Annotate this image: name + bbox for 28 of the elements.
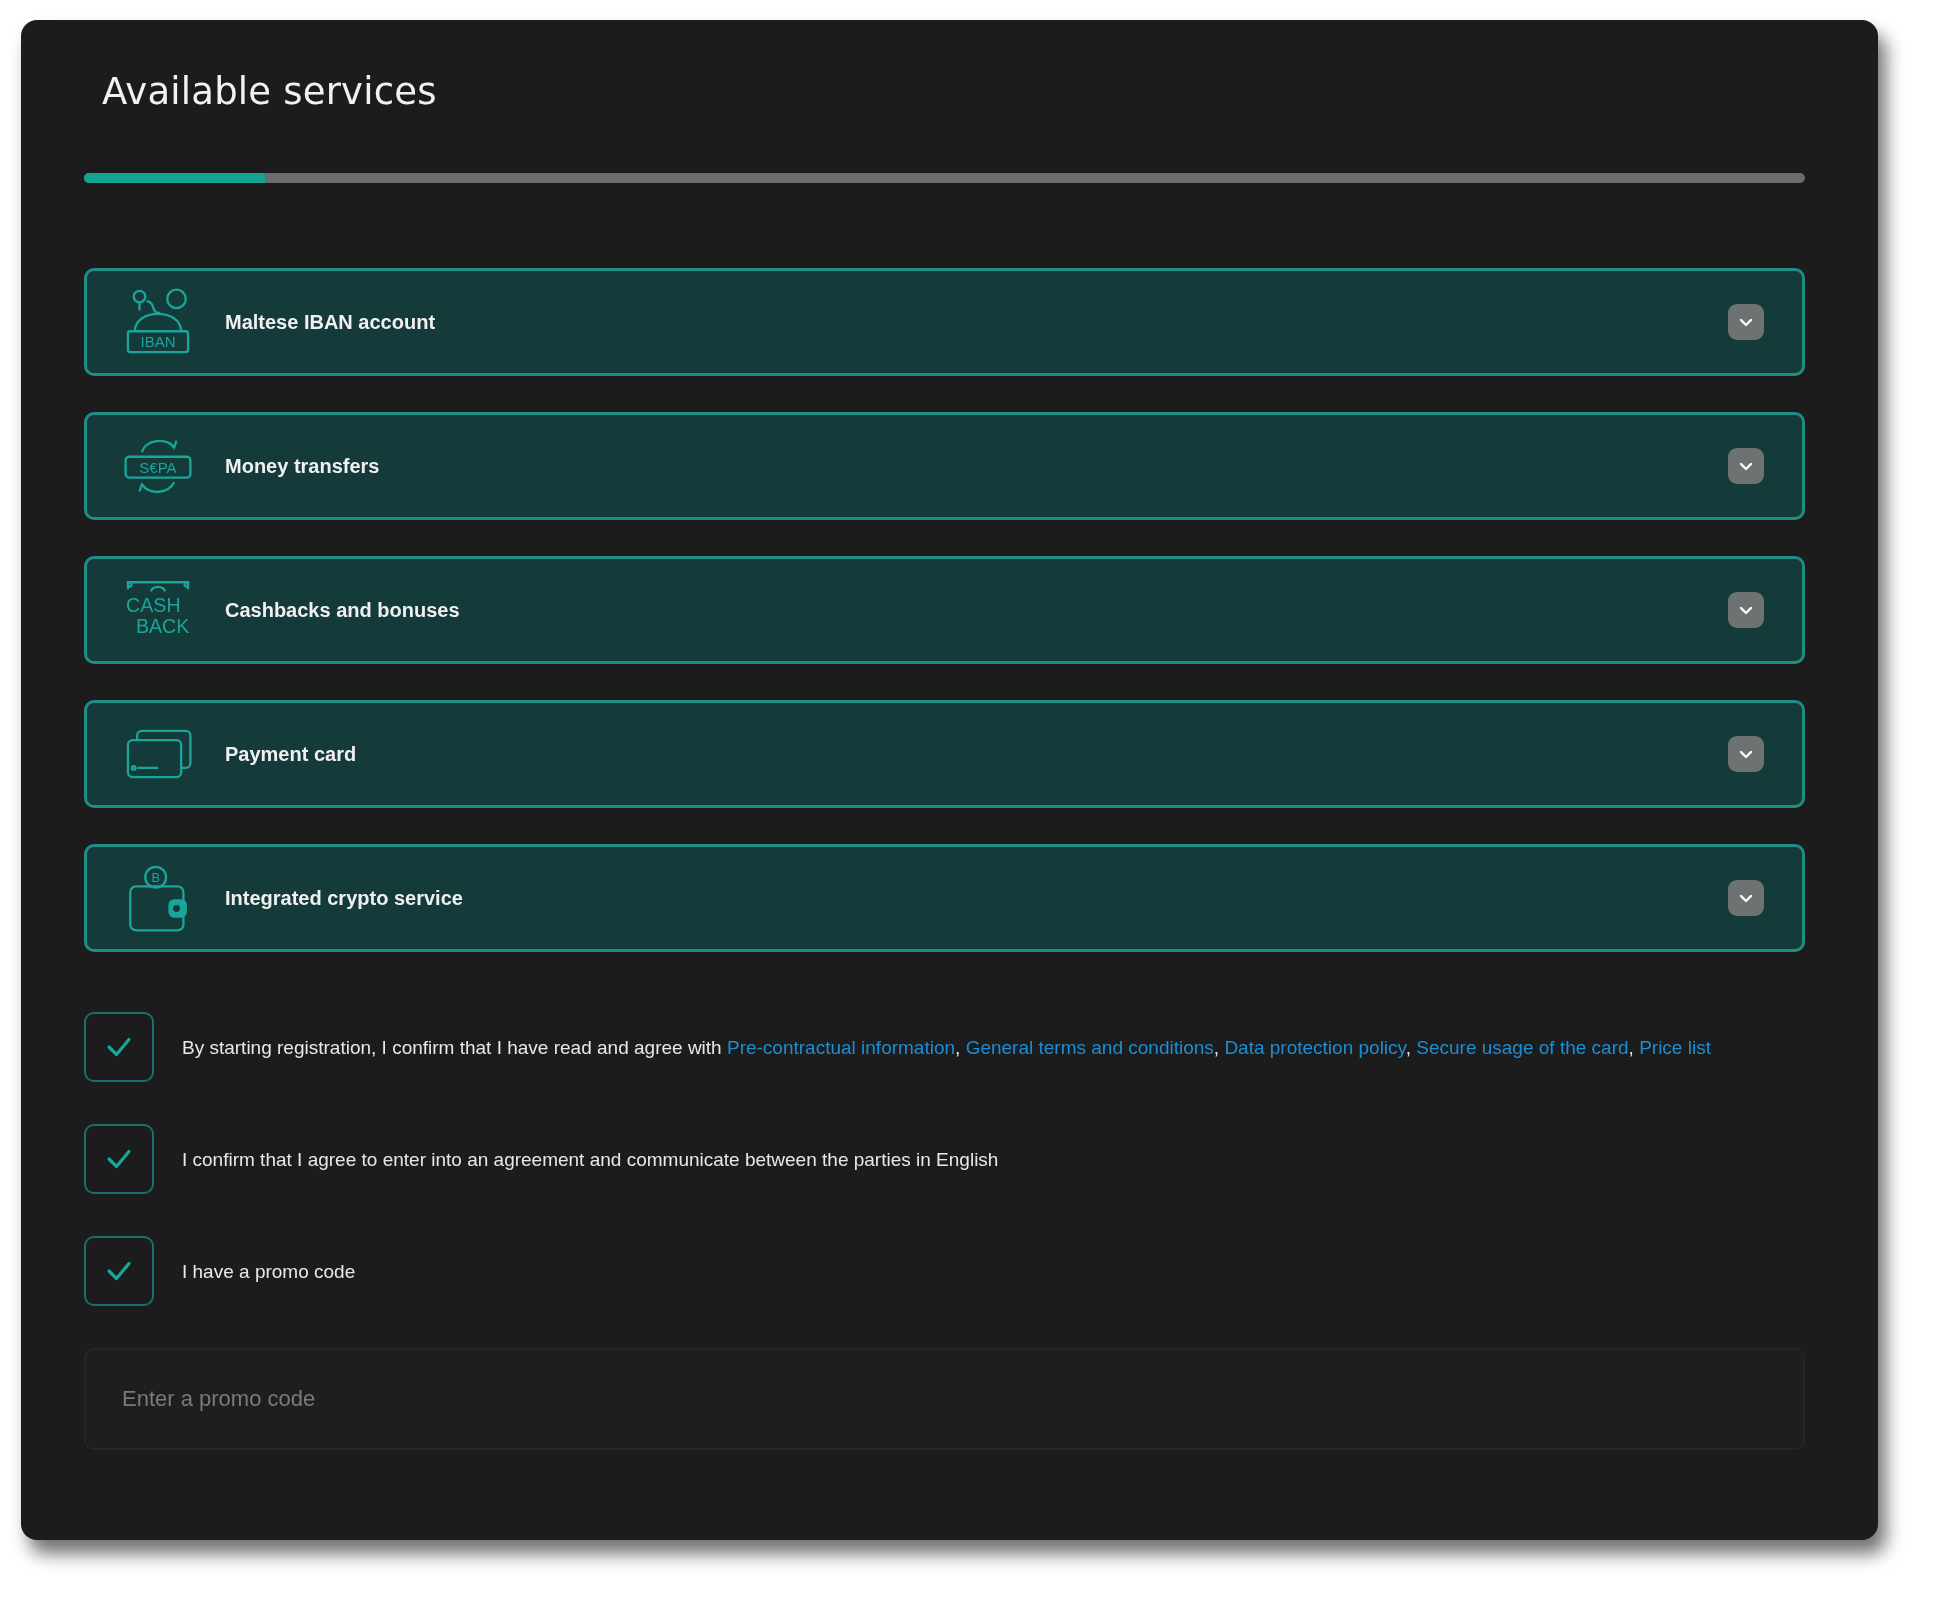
agreement-text: I have a promo code	[182, 1259, 356, 1284]
agreement-text: I confirm that I agree to enter into an agreement and communicate between the parties in English	[182, 1147, 999, 1172]
document-link[interactable]: Secure usage of the card	[1416, 1036, 1629, 1058]
document-link[interactable]: Data protection policy	[1224, 1036, 1406, 1058]
service-row[interactable]: Payment card	[84, 700, 1805, 808]
service-row[interactable]: S€PA Money transfers	[84, 412, 1805, 520]
service-row[interactable]: IBAN Maltese IBAN account	[84, 268, 1805, 376]
document-link[interactable]: General terms and conditions	[965, 1036, 1214, 1058]
service-label: Maltese IBAN account	[225, 310, 437, 334]
service-row[interactable]: B Integrated crypto service	[84, 844, 1805, 952]
expand-button[interactable]	[1728, 448, 1764, 484]
expand-button[interactable]	[1728, 592, 1764, 628]
expand-button[interactable]	[1728, 304, 1764, 340]
service-label: Integrated crypto service	[225, 886, 464, 910]
service-label: Cashbacks and bonuses	[225, 598, 461, 622]
service-row[interactable]: CASH BACK Cashbacks and bonuses	[84, 556, 1805, 664]
document-link[interactable]: Pre-contractual information	[726, 1036, 956, 1058]
agreement-text: By starting registration, I confirm that I have read and agree with Pre-contractual information, General terms and conditions, Data protection policy, Secure usage of the card, Price list	[182, 1035, 1711, 1060]
service-label: Payment card	[225, 742, 358, 766]
promo-code-field[interactable]: Enter a promo code	[84, 1348, 1805, 1450]
checkbox[interactable]	[84, 1124, 154, 1194]
expand-button[interactable]	[1728, 736, 1764, 772]
document-link[interactable]: Price list	[1639, 1036, 1711, 1058]
checkbox[interactable]	[84, 1236, 154, 1306]
checkbox[interactable]	[84, 1012, 154, 1082]
expand-button[interactable]	[1728, 880, 1764, 916]
panel-title: Available services	[102, 70, 438, 113]
service-label: Money transfers	[225, 454, 381, 478]
